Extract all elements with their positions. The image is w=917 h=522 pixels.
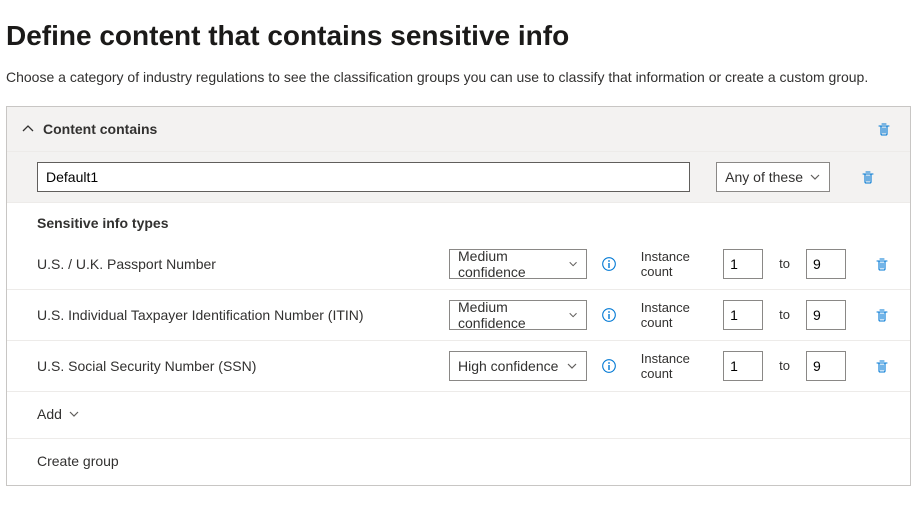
trash-icon [876,121,892,137]
match-mode-label: Any of these [725,169,803,185]
section-title: Content contains [43,121,872,137]
match-mode-dropdown[interactable]: Any of these [716,162,830,192]
confidence-dropdown[interactable]: Medium confidence [449,249,587,279]
delete-row-button[interactable] [870,303,894,327]
info-icon[interactable] [601,307,617,323]
confidence-dropdown[interactable]: High confidence [449,351,587,381]
instance-max-input[interactable] [806,300,846,330]
sensitive-type-label: U.S. / U.K. Passport Number [37,256,437,272]
chevron-down-icon [568,309,578,321]
sensitive-type-row: U.S. / U.K. Passport Number Medium confi… [7,239,910,290]
info-icon[interactable] [601,256,617,272]
sensitive-type-row: U.S. Individual Taxpayer Identification … [7,290,910,341]
delete-row-button[interactable] [870,354,894,378]
content-contains-panel: Content contains Any of these Sensitive … [6,106,911,486]
create-group-row: Create group [7,439,910,485]
instance-min-input[interactable] [723,351,763,381]
info-icon[interactable] [601,358,617,374]
chevron-down-icon [568,258,578,270]
to-label: to [775,256,794,271]
to-label: to [775,307,794,322]
confidence-value: Medium confidence [458,299,562,331]
page-title: Define content that contains sensitive i… [6,20,911,52]
collapse-icon[interactable] [21,122,35,136]
sensitive-type-label: U.S. Social Security Number (SSN) [37,358,437,374]
sensitive-type-row: U.S. Social Security Number (SSN) High c… [7,341,910,392]
sensitive-types-heading: Sensitive info types [7,203,910,239]
chevron-down-icon [809,171,821,183]
instance-max-input[interactable] [806,249,846,279]
instance-min-input[interactable] [723,249,763,279]
add-dropdown[interactable]: Add [37,406,80,422]
sensitive-type-label: U.S. Individual Taxpayer Identification … [37,307,437,323]
trash-icon [860,169,876,185]
create-group-button[interactable]: Create group [37,453,119,469]
page-description: Choose a category of industry regulation… [6,68,911,88]
panel-header: Content contains [7,107,910,152]
chevron-down-icon [566,360,578,372]
trash-icon [874,307,890,323]
delete-group-button[interactable] [856,165,880,189]
instance-count-label: Instance count [641,249,709,279]
add-row: Add [7,392,910,439]
instance-count-label: Instance count [641,300,709,330]
add-label: Add [37,406,62,422]
instance-count-label: Instance count [641,351,709,381]
delete-section-button[interactable] [872,117,896,141]
instance-max-input[interactable] [806,351,846,381]
delete-row-button[interactable] [870,252,894,276]
confidence-dropdown[interactable]: Medium confidence [449,300,587,330]
trash-icon [874,256,890,272]
to-label: to [775,358,794,373]
trash-icon [874,358,890,374]
group-name-input[interactable] [37,162,690,192]
chevron-down-icon [68,408,80,420]
confidence-value: Medium confidence [458,248,562,280]
group-config-row: Any of these [7,152,910,203]
confidence-value: High confidence [458,358,558,374]
instance-min-input[interactable] [723,300,763,330]
